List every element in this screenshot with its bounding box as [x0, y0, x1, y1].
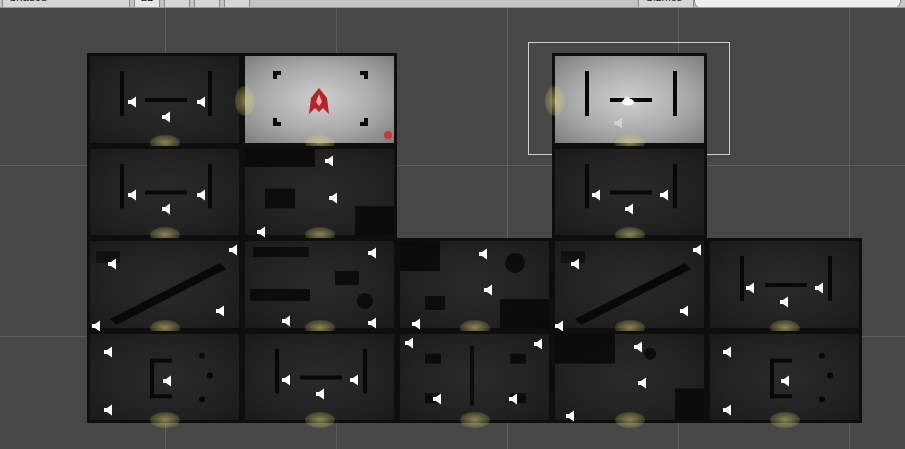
- empty-cell: [397, 146, 552, 238]
- gizmos-dropdown[interactable]: Gizmos: [638, 0, 694, 8]
- room-walls-icon: [90, 149, 239, 235]
- scene-canvas[interactable]: [0, 8, 905, 449]
- 2d-toggle[interactable]: 2D: [134, 0, 160, 8]
- empty-cell: [397, 53, 552, 146]
- audio-source-icon[interactable]: [745, 282, 757, 294]
- door-light: [460, 412, 490, 428]
- room[interactable]: [242, 146, 397, 238]
- door-light: [615, 412, 645, 428]
- audio-source-icon[interactable]: [215, 305, 227, 317]
- door-light: [545, 86, 565, 116]
- marker-dot: [384, 131, 392, 139]
- audio-source-icon[interactable]: [722, 404, 734, 416]
- audio-source-icon[interactable]: [633, 341, 645, 353]
- room[interactable]: [87, 53, 242, 146]
- audio-source-icon[interactable]: [591, 189, 603, 201]
- audio-source-icon[interactable]: [315, 388, 327, 400]
- audio-source-icon[interactable]: [161, 203, 173, 215]
- audio-source-icon[interactable]: [722, 346, 734, 358]
- room-walls-icon: [710, 241, 859, 328]
- room[interactable]: [242, 331, 397, 423]
- room[interactable]: [242, 53, 397, 146]
- door-light: [235, 86, 255, 116]
- audio-source-icon[interactable]: [404, 337, 416, 349]
- room-walls-icon: [90, 56, 239, 143]
- room-walls-icon: [90, 334, 239, 420]
- shading-dropdown[interactable]: Shaded: [2, 0, 130, 8]
- audio-source-icon[interactable]: [127, 189, 139, 201]
- audio-source-icon[interactable]: [814, 282, 826, 294]
- room[interactable]: [707, 331, 862, 423]
- audio-source-icon[interactable]: [196, 189, 208, 201]
- empty-cell: [707, 146, 862, 238]
- room[interactable]: [552, 331, 707, 423]
- audio-source-icon[interactable]: [349, 374, 361, 386]
- audio-source-icon[interactable]: [103, 404, 115, 416]
- room[interactable]: [552, 238, 707, 331]
- audio-source-icon[interactable]: [779, 296, 791, 308]
- empty-cell: [707, 53, 862, 146]
- selection-frame: [528, 42, 730, 155]
- room-walls-icon: [555, 149, 704, 235]
- audio-source-icon[interactable]: [228, 244, 240, 256]
- audio-source-icon[interactable]: [679, 305, 691, 317]
- audio-source-icon[interactable]: [533, 338, 545, 350]
- room-walls-icon: [555, 241, 704, 328]
- audio-source-icon[interactable]: [483, 284, 495, 296]
- door-light: [305, 412, 335, 428]
- room-walls-icon: [90, 241, 239, 328]
- audio-source-icon[interactable]: [624, 203, 636, 215]
- audio-source-icon[interactable]: [432, 393, 444, 405]
- audio-source-icon[interactable]: [367, 247, 379, 259]
- room-walls-icon: [400, 334, 549, 420]
- audio-source-icon[interactable]: [692, 244, 704, 256]
- room[interactable]: [87, 238, 242, 331]
- room[interactable]: [242, 238, 397, 331]
- room[interactable]: [397, 238, 552, 331]
- room-walls-icon: [710, 334, 859, 420]
- door-light: [770, 412, 800, 428]
- room[interactable]: [552, 53, 707, 146]
- scene-toolbar: Shaded 2D Gizmos: [0, 0, 905, 8]
- audio-source-icon[interactable]: [508, 393, 520, 405]
- audio-source-icon[interactable]: [103, 346, 115, 358]
- audio-source-icon[interactable]: [328, 192, 340, 204]
- audio-source-icon[interactable]: [637, 377, 649, 389]
- audio-source-icon[interactable]: [256, 226, 268, 238]
- audio-source-icon[interactable]: [780, 375, 792, 387]
- room[interactable]: [552, 146, 707, 238]
- room[interactable]: [397, 331, 552, 423]
- room[interactable]: [707, 238, 862, 331]
- audio-source-icon[interactable]: [367, 317, 379, 329]
- audio-source-icon[interactable]: [411, 318, 423, 330]
- audio-source-icon[interactable]: [570, 258, 582, 270]
- door-light: [150, 412, 180, 428]
- audio-source-icon[interactable]: [127, 96, 139, 108]
- room-walls-icon: [245, 334, 394, 420]
- search-field[interactable]: [694, 0, 901, 8]
- audio-source-icon[interactable]: [478, 248, 490, 260]
- scene-view: Shaded 2D Gizmos: [0, 0, 905, 449]
- room[interactable]: [87, 146, 242, 238]
- room[interactable]: [87, 331, 242, 423]
- audio-source-icon[interactable]: [613, 117, 625, 129]
- audio-source-icon[interactable]: [659, 189, 671, 201]
- cloud-icon: [621, 96, 635, 106]
- dungeon-map: [87, 53, 862, 423]
- effects-toggle[interactable]: [224, 0, 250, 8]
- player-ship-icon[interactable]: [307, 86, 331, 116]
- audio-source-icon[interactable]: [324, 155, 336, 167]
- audio-source-icon[interactable]: [281, 374, 293, 386]
- audio-source-icon[interactable]: [196, 96, 208, 108]
- audio-toggle[interactable]: [194, 0, 220, 8]
- audio-source-icon[interactable]: [107, 258, 119, 270]
- room-walls-icon: [555, 334, 704, 420]
- audio-source-icon[interactable]: [162, 375, 174, 387]
- audio-source-icon[interactable]: [161, 111, 173, 123]
- audio-source-icon[interactable]: [281, 315, 293, 327]
- room-walls-icon: [400, 241, 549, 328]
- lighting-toggle[interactable]: [164, 0, 190, 8]
- audio-source-icon[interactable]: [565, 410, 577, 422]
- room-walls-icon: [245, 149, 394, 235]
